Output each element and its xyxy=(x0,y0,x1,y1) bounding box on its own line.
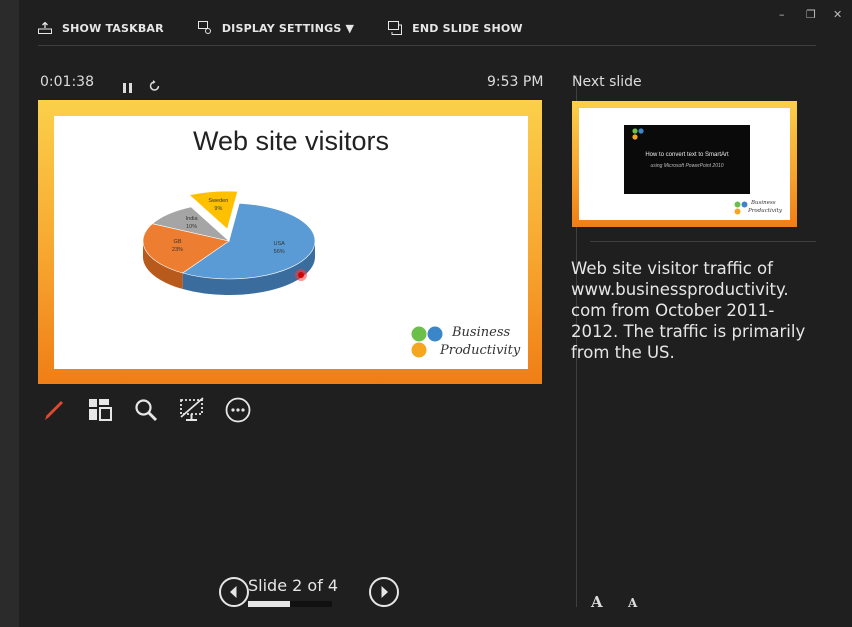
show-taskbar-button[interactable]: SHOW TASKBAR xyxy=(38,22,164,35)
current-time: 9:53 PM xyxy=(487,74,544,90)
see-all-slides-button[interactable] xyxy=(86,396,113,423)
black-screen-button[interactable] xyxy=(178,396,205,423)
notes-divider xyxy=(590,241,816,242)
display-settings-button[interactable]: DISPLAY SETTINGS ▼ xyxy=(197,21,355,35)
next-slide-line2: using Microsoft PowerPoint 2010 xyxy=(650,163,724,169)
pie-label-gb-pct: 23% xyxy=(172,247,183,253)
restart-timer-button[interactable] xyxy=(149,77,160,96)
logo-text-1: Business xyxy=(452,325,511,340)
logo-mark xyxy=(411,326,443,358)
pie-label-usa-pct: 56% xyxy=(274,249,285,255)
current-slide[interactable]: Web site visitors USA 56% GB 23% India 10% Swe… xyxy=(38,100,542,384)
pie-label-gb: GB xyxy=(174,239,182,245)
next-slide-logo-mark xyxy=(632,128,644,140)
next-slide-canvas: How to convert text to SmartArt using Mi… xyxy=(579,108,790,220)
laser-pointer xyxy=(298,272,304,278)
taskbar-icon xyxy=(38,22,52,34)
business-productivity-logo: Business Productivity xyxy=(410,325,520,365)
next-slide-line1: How to convert text to SmartArt xyxy=(645,152,729,158)
pie-label-sweden-pct: 9% xyxy=(214,206,222,212)
top-toolbar: SHOW TASKBAR DISPLAY SETTINGS ▼ END SLID… xyxy=(38,19,557,37)
next-logo-text-1: Business xyxy=(751,200,776,206)
decrease-font-button[interactable]: A xyxy=(628,596,637,610)
display-settings-label: DISPLAY SETTINGS ▼ xyxy=(221,21,355,35)
pie-label-sweden: Sweden xyxy=(208,198,228,204)
next-slide-preview[interactable]: How to convert text to SmartArt using Mi… xyxy=(572,101,797,227)
more-options-button[interactable] xyxy=(224,396,251,423)
restore-button[interactable]: ❐ xyxy=(806,8,816,21)
previous-slide-button[interactable] xyxy=(219,577,249,607)
pie-label-india-pct: 10% xyxy=(186,224,197,230)
end-slide-show-button[interactable]: END SLIDE SHOW xyxy=(388,21,523,35)
next-slide-button[interactable] xyxy=(369,577,399,607)
increase-font-button[interactable]: A xyxy=(591,593,603,611)
slide-counter[interactable]: Slide 2 of 4 xyxy=(248,576,338,595)
next-slide-label: Next slide xyxy=(572,74,642,90)
slide-progress-bar xyxy=(248,601,332,607)
more-icon xyxy=(225,397,250,422)
next-logo-mark xyxy=(734,201,748,215)
pause-icon xyxy=(123,83,132,93)
display-settings-icon xyxy=(197,21,211,34)
next-slide-title-box: How to convert text to SmartArt using Mi… xyxy=(624,125,750,194)
pen-tool-button[interactable] xyxy=(40,396,67,423)
close-button[interactable]: ✕ xyxy=(833,8,842,21)
toolbar-divider xyxy=(38,45,816,46)
pen-icon xyxy=(44,400,63,420)
chevron-left-icon xyxy=(219,577,249,607)
end-slide-show-label: END SLIDE SHOW xyxy=(412,21,523,35)
show-taskbar-label: SHOW TASKBAR xyxy=(62,21,164,35)
next-logo-text-2: Productivity xyxy=(748,208,782,214)
end-show-icon xyxy=(388,21,403,35)
minimize-button[interactable]: – xyxy=(779,8,785,21)
logo-text-2: Productivity xyxy=(440,343,521,358)
current-slide-canvas: Web site visitors USA 56% GB 23% India 10% Swe… xyxy=(54,116,528,369)
chevron-right-icon xyxy=(369,577,399,607)
slide-tools xyxy=(40,396,270,423)
slide-progress-fill xyxy=(248,601,290,607)
speaker-notes[interactable]: Web site visitor traffic of www.business… xyxy=(571,258,806,363)
pie-label-india: India xyxy=(186,216,199,222)
magnifier-icon xyxy=(134,398,157,421)
restart-icon xyxy=(149,80,160,91)
next-slide-logo: Business Productivity xyxy=(734,199,784,217)
zoom-button[interactable] xyxy=(132,396,159,423)
grid-icon xyxy=(88,398,112,421)
elapsed-timer: 0:01:38 xyxy=(40,74,94,90)
pause-timer-button[interactable] xyxy=(123,78,132,97)
pie-label-usa: USA xyxy=(274,241,286,247)
black-screen-icon xyxy=(179,396,204,421)
